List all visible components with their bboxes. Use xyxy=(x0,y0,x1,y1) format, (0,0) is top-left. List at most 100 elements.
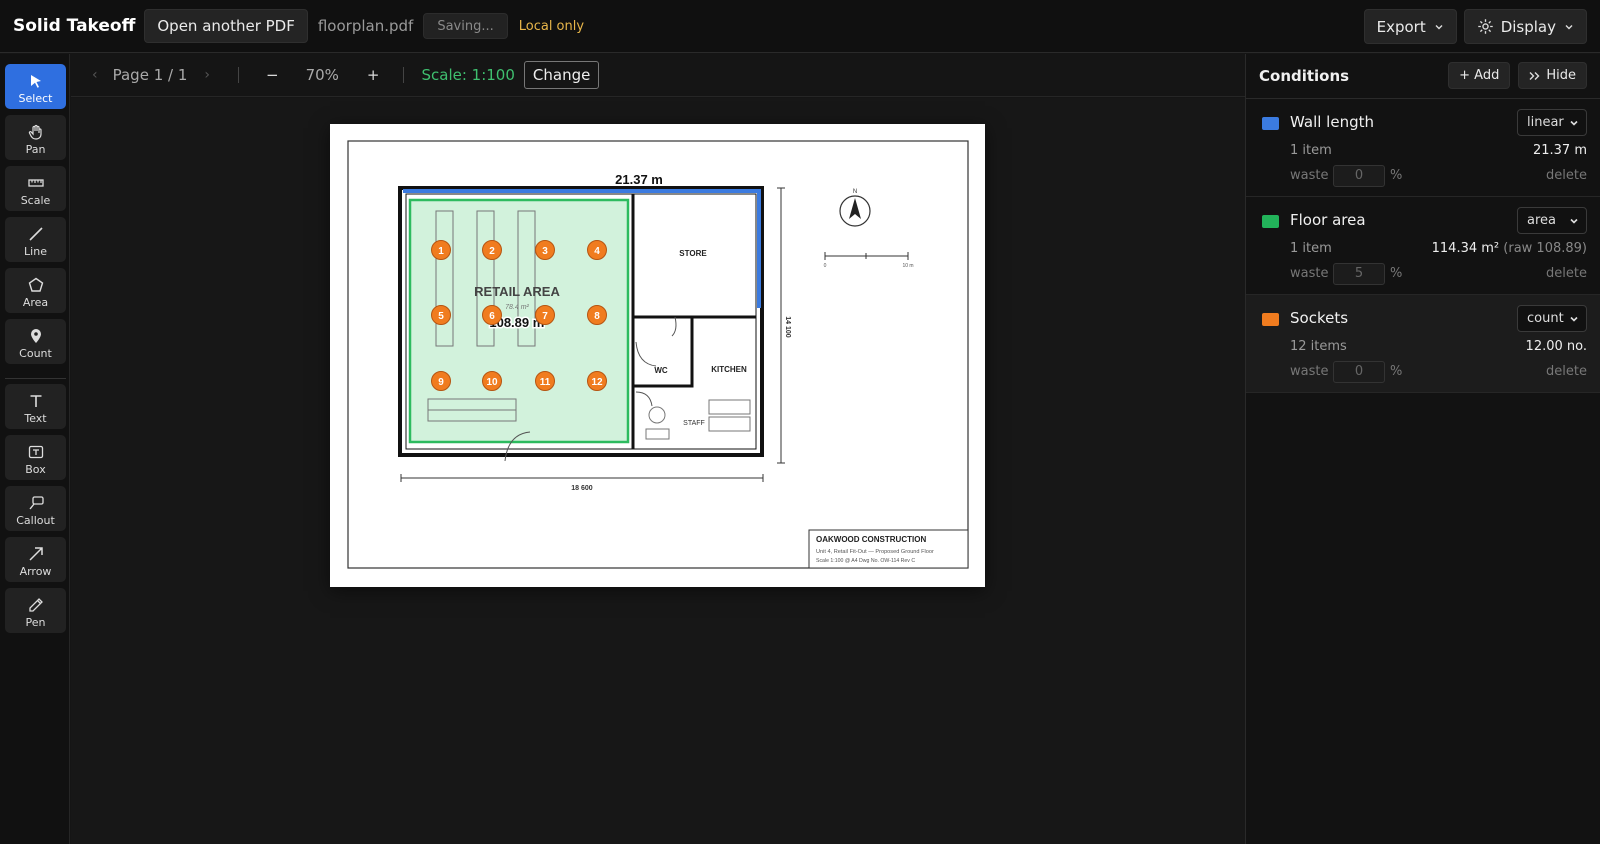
socket-marker-label: 11 xyxy=(540,377,551,388)
export-button[interactable]: Export xyxy=(1363,9,1457,44)
ruler-icon xyxy=(27,179,44,187)
socket-marker[interactable]: 3 xyxy=(535,240,555,260)
condition-type-select[interactable]: count xyxy=(1517,305,1587,332)
title-line1: Unit 4, Retail Fit-Out — Proposed Ground… xyxy=(816,549,934,555)
type-value: area xyxy=(1527,213,1556,228)
dimension-bottom: 18 600 xyxy=(571,485,593,492)
percent-sign: % xyxy=(1390,168,1403,183)
fixture xyxy=(648,406,666,424)
socket-marker[interactable]: 5 xyxy=(431,305,451,325)
socket-marker[interactable]: 4 xyxy=(587,240,607,260)
tool-arrow[interactable]: Arrow xyxy=(5,537,66,582)
condition-floor-area[interactable]: Floor area area 1 item 114.34 m² (raw 10… xyxy=(1246,197,1600,295)
socket-marker-label: 9 xyxy=(438,377,444,388)
socket-marker[interactable]: 7 xyxy=(535,305,555,325)
tool-callout[interactable]: Callout xyxy=(5,486,66,531)
tool-text[interactable]: Text xyxy=(5,384,66,429)
waste-label: waste xyxy=(1290,364,1329,379)
tool-box[interactable]: Box xyxy=(5,435,66,480)
area-room-label: RETAIL AREA xyxy=(474,284,560,299)
scale-bar xyxy=(824,252,909,260)
socket-marker[interactable]: 10 xyxy=(482,371,502,391)
tool-count[interactable]: Count xyxy=(5,319,66,364)
door-swing xyxy=(671,316,677,337)
condition-sockets[interactable]: Sockets count 12 items 12.00 no. waste 0… xyxy=(1246,295,1600,393)
tool-pan[interactable]: Pan xyxy=(5,115,66,160)
add-condition-button[interactable]: + Add xyxy=(1448,62,1511,89)
socket-marker[interactable]: 2 xyxy=(482,240,502,260)
waste-input[interactable]: 0 xyxy=(1333,165,1385,187)
tool-label: Box xyxy=(25,463,46,476)
fixture xyxy=(708,399,751,415)
display-button[interactable]: Display xyxy=(1463,9,1587,44)
condition-type-select[interactable]: area xyxy=(1517,207,1587,234)
condition-name[interactable]: Floor area xyxy=(1290,211,1366,229)
change-scale-button[interactable]: Change xyxy=(523,61,600,89)
tool-area[interactable]: Area xyxy=(5,268,66,313)
zoom-level: 70% xyxy=(305,66,339,84)
socket-marker-label: 2 xyxy=(489,246,495,257)
tool-line[interactable]: Line xyxy=(5,217,66,262)
tool-label: Area xyxy=(22,296,49,309)
gear-icon xyxy=(1477,19,1493,34)
condition-name[interactable]: Sockets xyxy=(1290,309,1348,327)
condition-wall-length[interactable]: Wall length linear 1 item 21.37 m waste … xyxy=(1246,99,1600,197)
next-page-button[interactable]: › xyxy=(204,67,210,83)
delete-condition-button[interactable]: delete xyxy=(1546,168,1587,183)
condition-raw-value: (raw 108.89) xyxy=(1503,241,1587,256)
condition-type-select[interactable]: linear xyxy=(1517,109,1587,136)
open-another-pdf-button[interactable]: Open another PDF xyxy=(144,9,308,43)
socket-marker[interactable]: 8 xyxy=(587,305,607,325)
tool-select[interactable]: Select xyxy=(5,64,66,109)
prev-page-button[interactable]: ‹ xyxy=(92,67,98,83)
condition-color-swatch[interactable] xyxy=(1262,215,1279,228)
pdf-page[interactable]: STORE WC KITCHEN STAFF RETAIL AREA 78.4 … xyxy=(330,124,985,587)
condition-color-swatch[interactable] xyxy=(1262,313,1279,326)
wall-measure-label: 21.37 m xyxy=(615,172,663,187)
waste-input[interactable]: 0 xyxy=(1333,361,1385,383)
drawing-canvas[interactable]: STORE WC KITCHEN STAFF RETAIL AREA 78.4 … xyxy=(71,98,1245,844)
local-only-badge: Local only xyxy=(518,18,585,34)
socket-marker-label: 1 xyxy=(438,246,444,257)
partition-walls xyxy=(631,194,756,449)
socket-marker[interactable]: 9 xyxy=(431,371,451,391)
room-label-staff: STAFF xyxy=(683,420,705,427)
socket-marker[interactable]: 6 xyxy=(482,305,502,325)
scale-indicator: Scale: 1:100 xyxy=(421,66,515,84)
zoom-in-button[interactable]: + xyxy=(367,66,380,84)
top-bar: Solid Takeoff Open another PDF floorplan… xyxy=(0,0,1600,53)
conditions-panel: Conditions + Add Hide Wall length linear… xyxy=(1245,54,1600,844)
callout-icon xyxy=(28,496,44,510)
socket-marker[interactable]: 11 xyxy=(535,371,555,391)
condition-item-count: 12 items xyxy=(1290,339,1347,354)
tool-divider xyxy=(5,378,66,379)
socket-marker[interactable]: 1 xyxy=(431,240,451,260)
percent-sign: % xyxy=(1390,364,1403,379)
tool-label: Pen xyxy=(25,616,46,629)
hide-panel-button[interactable]: Hide xyxy=(1518,62,1587,89)
chevron-down-icon xyxy=(1570,218,1578,224)
north-label: N xyxy=(853,189,857,195)
socket-marker-label: 5 xyxy=(438,311,444,322)
tool-label: Arrow xyxy=(19,565,52,578)
tool-label: Count xyxy=(19,347,52,360)
door-swing xyxy=(635,341,657,367)
waste-input[interactable]: 5 xyxy=(1333,263,1385,285)
fixture xyxy=(708,416,751,432)
room-label-store: STORE xyxy=(679,249,707,258)
delete-condition-button[interactable]: delete xyxy=(1546,266,1587,281)
cursor-icon xyxy=(30,75,41,88)
socket-marker[interactable]: 12 xyxy=(587,371,607,391)
condition-name[interactable]: Wall length xyxy=(1290,113,1374,131)
room-label-wc: WC xyxy=(654,366,668,375)
socket-marker-label: 12 xyxy=(591,377,603,388)
tool-pen[interactable]: Pen xyxy=(5,588,66,633)
scale-bar-end: 10 m xyxy=(902,263,913,269)
pentagon-icon xyxy=(28,277,43,292)
area-room-sub: 78.4 m² xyxy=(505,304,529,311)
delete-condition-button[interactable]: delete xyxy=(1546,364,1587,379)
condition-color-swatch[interactable] xyxy=(1262,117,1279,130)
app-brand: Solid Takeoff xyxy=(13,16,136,36)
zoom-out-button[interactable]: − xyxy=(266,66,279,84)
tool-scale[interactable]: Scale xyxy=(5,166,66,211)
